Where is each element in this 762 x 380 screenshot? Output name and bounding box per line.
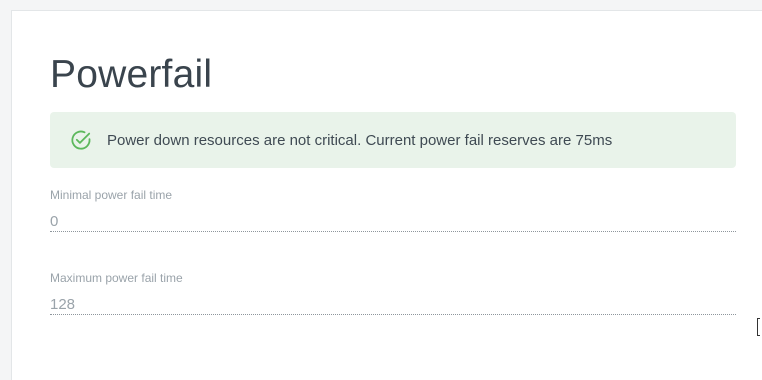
minimal-power-fail-time-input[interactable] — [50, 212, 736, 232]
alert-message: Power down resources are not critical. C… — [107, 131, 613, 149]
maximum-power-fail-time-label: Maximum power fail time — [50, 271, 183, 285]
check-circle-icon — [70, 129, 92, 151]
minimal-power-fail-time-field: Minimal power fail time — [50, 188, 736, 232]
maximum-power-fail-time-input[interactable] — [50, 295, 736, 315]
powerfail-panel: Powerfail Power down resources are not c… — [11, 10, 762, 380]
page-title: Powerfail — [50, 53, 213, 96]
status-alert: Power down resources are not critical. C… — [50, 112, 736, 168]
text-cursor-icon — [757, 318, 760, 336]
maximum-power-fail-time-field: Maximum power fail time — [50, 271, 736, 315]
minimal-power-fail-time-label: Minimal power fail time — [50, 188, 173, 202]
